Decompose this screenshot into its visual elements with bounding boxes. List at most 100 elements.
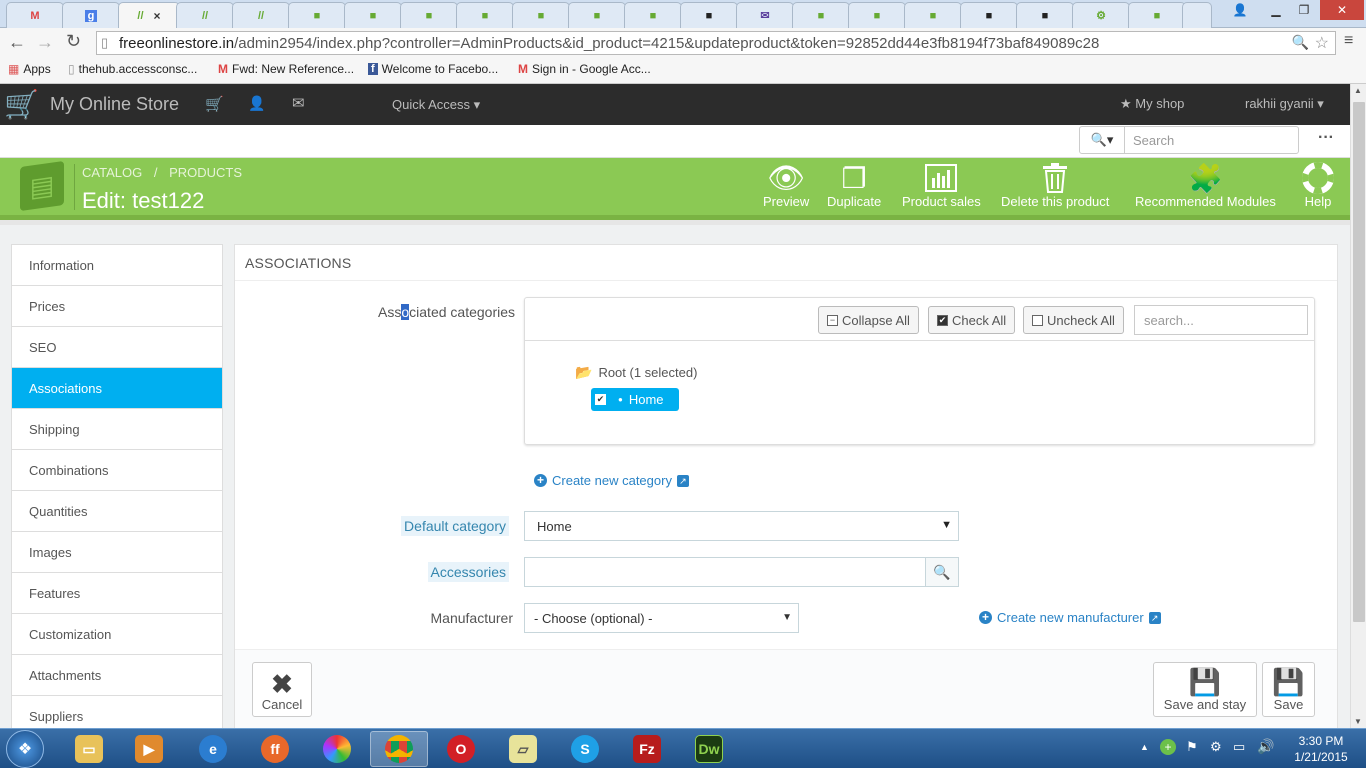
sidebar-item-seo[interactable]: SEO <box>12 327 222 368</box>
sidebar-item-shipping[interactable]: Shipping <box>12 409 222 450</box>
duplicate-button[interactable]: ❐ Duplicate <box>827 162 881 210</box>
flag-icon[interactable]: ⚑ <box>1186 739 1198 755</box>
tab-18[interactable]: ⚙ <box>1072 2 1130 28</box>
taskbar-skype[interactable]: S <box>556 731 614 767</box>
uncheck-all-button[interactable]: Uncheck All <box>1023 306 1124 334</box>
breadcrumb-products[interactable]: PRODUCTS <box>169 165 242 180</box>
delete-product-button[interactable]: Delete this product <box>1001 162 1109 209</box>
save-button[interactable]: 💾 Save <box>1262 662 1315 717</box>
back-icon[interactable]: ← <box>8 32 26 53</box>
star-bookmark-icon[interactable]: ☆ <box>1315 33 1329 53</box>
category-search-input[interactable]: search... <box>1134 305 1308 335</box>
taskbar-internet-explorer[interactable]: e <box>184 731 242 767</box>
scroll-down-icon[interactable]: ▼ <box>1354 717 1362 726</box>
tab-14[interactable]: ■ <box>848 2 906 28</box>
tab-gmail[interactable]: M <box>6 2 64 28</box>
customers-icon[interactable]: 👤 <box>248 95 265 112</box>
network-icon[interactable]: ▭ <box>1233 739 1245 755</box>
accessories-search-button[interactable]: 🔍 <box>925 557 959 587</box>
search-type-dropdown[interactable]: 🔍 ▾ <box>1079 126 1125 154</box>
maximize-icon[interactable]: ❐ <box>1290 0 1318 20</box>
create-new-manufacturer-link[interactable]: + Create new manufacturer ↗ <box>979 610 1161 625</box>
address-bar[interactable]: ▯ freeonlinestore.in/admin2954/index.php… <box>96 31 1336 55</box>
orders-cart-icon[interactable]: 🛒 <box>205 95 224 113</box>
admin-search-input[interactable]: Search <box>1124 126 1299 154</box>
sidebar-item-quantities[interactable]: Quantities <box>12 491 222 532</box>
taskbar-picasa[interactable] <box>308 731 366 767</box>
reload-icon[interactable]: ↻ <box>66 31 81 52</box>
tab-4[interactable]: ■ <box>288 2 346 28</box>
forward-icon[interactable]: → <box>36 32 54 53</box>
page-scrollbar[interactable]: ▲ ▼ <box>1350 84 1366 728</box>
collapse-all-button[interactable]: − Collapse All <box>818 306 919 334</box>
home-checkbox[interactable]: ✔ <box>595 394 606 405</box>
user-menu[interactable]: rakhii gyanii ▾ <box>1245 96 1324 112</box>
taskbar-chrome[interactable] <box>370 731 428 767</box>
user-profile-icon[interactable]: 👤 <box>1228 0 1252 20</box>
breadcrumb-catalog[interactable]: CATALOG <box>82 165 142 180</box>
tab-2[interactable]: // <box>176 2 234 28</box>
new-tab-button[interactable] <box>1182 2 1212 28</box>
bookmark-fwd[interactable]: M Fwd: New Reference... <box>218 62 354 76</box>
bookmark-facebook[interactable]: f Welcome to Facebo... <box>368 62 498 76</box>
tab-active[interactable]: // × <box>118 2 180 29</box>
accessories-input[interactable] <box>524 557 926 587</box>
taskbar-filezilla[interactable]: Fz <box>618 731 676 767</box>
sidebar-item-images[interactable]: Images <box>12 532 222 573</box>
show-hidden-icons[interactable]: ▲ <box>1140 742 1149 752</box>
cancel-button[interactable]: ✖ Cancel <box>252 662 312 717</box>
volume-icon[interactable]: 🔊 <box>1257 738 1274 755</box>
check-all-button[interactable]: ✔ Check All <box>928 306 1016 334</box>
tab-13[interactable]: ■ <box>792 2 850 28</box>
scroll-up-icon[interactable]: ▲ <box>1354 86 1362 95</box>
sidebar-item-attachments[interactable]: Attachments <box>12 655 222 696</box>
bookmark-apps[interactable]: ▦ Apps <box>8 62 51 76</box>
default-category-select[interactable]: Home ▼ <box>524 511 959 541</box>
more-options-icon[interactable]: ··· <box>1318 129 1334 147</box>
close-tab-icon[interactable]: × <box>154 9 161 23</box>
help-button[interactable]: Help <box>1302 162 1334 209</box>
tab-7[interactable]: ■ <box>456 2 514 28</box>
minimize-icon[interactable]: ▁ <box>1262 0 1290 20</box>
store-name[interactable]: My Online Store <box>50 94 179 115</box>
product-sales-button[interactable]: Product sales <box>902 162 981 209</box>
scrollbar-thumb[interactable] <box>1353 102 1365 622</box>
sidebar-item-customization[interactable]: Customization <box>12 614 222 655</box>
start-button-icon[interactable]: ❖ <box>6 730 44 768</box>
tab-6[interactable]: ■ <box>400 2 458 28</box>
settings-tray-icon[interactable]: ⚙ <box>1210 739 1222 755</box>
update-icon[interactable]: + <box>1160 739 1176 755</box>
tab-12[interactable]: ✉ <box>736 2 794 28</box>
taskbar-dreamweaver[interactable]: Dw <box>680 731 738 767</box>
tree-root-node[interactable]: 📂 Root (1 selected) <box>575 364 697 381</box>
preview-button[interactable]: 👁 Preview <box>763 162 809 210</box>
sidebar-item-information[interactable]: Information <box>12 245 222 286</box>
tab-8[interactable]: ■ <box>512 2 570 28</box>
system-clock[interactable]: 3:30 PM 1/21/2015 <box>1285 733 1357 765</box>
sidebar-item-features[interactable]: Features <box>12 573 222 614</box>
tab-10[interactable]: ■ <box>624 2 682 28</box>
create-new-category-link[interactable]: + Create new category ↗ <box>534 473 689 488</box>
quick-access-menu[interactable]: Quick Access ▾ <box>392 97 480 113</box>
tab-11[interactable]: ■ <box>680 2 738 28</box>
tab-17[interactable]: ■ <box>1016 2 1074 28</box>
tab-15[interactable]: ■ <box>904 2 962 28</box>
tab-google[interactable]: g <box>62 2 120 28</box>
manufacturer-select[interactable]: - Choose (optional) - ▼ <box>524 603 799 633</box>
taskbar-explorer[interactable]: ▭ <box>60 731 118 767</box>
save-and-stay-button[interactable]: 💾 Save and stay <box>1153 662 1257 717</box>
tab-5[interactable]: ■ <box>344 2 402 28</box>
bookmark-thehub[interactable]: ▯ thehub.accessconsc... <box>68 62 197 76</box>
menu-icon[interactable]: ≡ <box>1344 32 1353 50</box>
tab-3[interactable]: // <box>232 2 290 28</box>
close-window-icon[interactable]: ✕ <box>1320 0 1364 20</box>
taskbar-sticky-notes[interactable]: ▱ <box>494 731 552 767</box>
recommended-modules-button[interactable]: 🧩 Recommended Modules <box>1135 162 1276 210</box>
zoom-icon[interactable]: 🔍 <box>1292 34 1309 51</box>
my-shop-link[interactable]: ★ My shop <box>1120 96 1184 112</box>
sidebar-item-combinations[interactable]: Combinations <box>12 450 222 491</box>
sidebar-item-associations[interactable]: Associations <box>12 368 222 409</box>
sidebar-item-prices[interactable]: Prices <box>12 286 222 327</box>
taskbar-firefox[interactable]: ff <box>246 731 304 767</box>
bookmark-google-signin[interactable]: M Sign in - Google Acc... <box>518 62 651 76</box>
